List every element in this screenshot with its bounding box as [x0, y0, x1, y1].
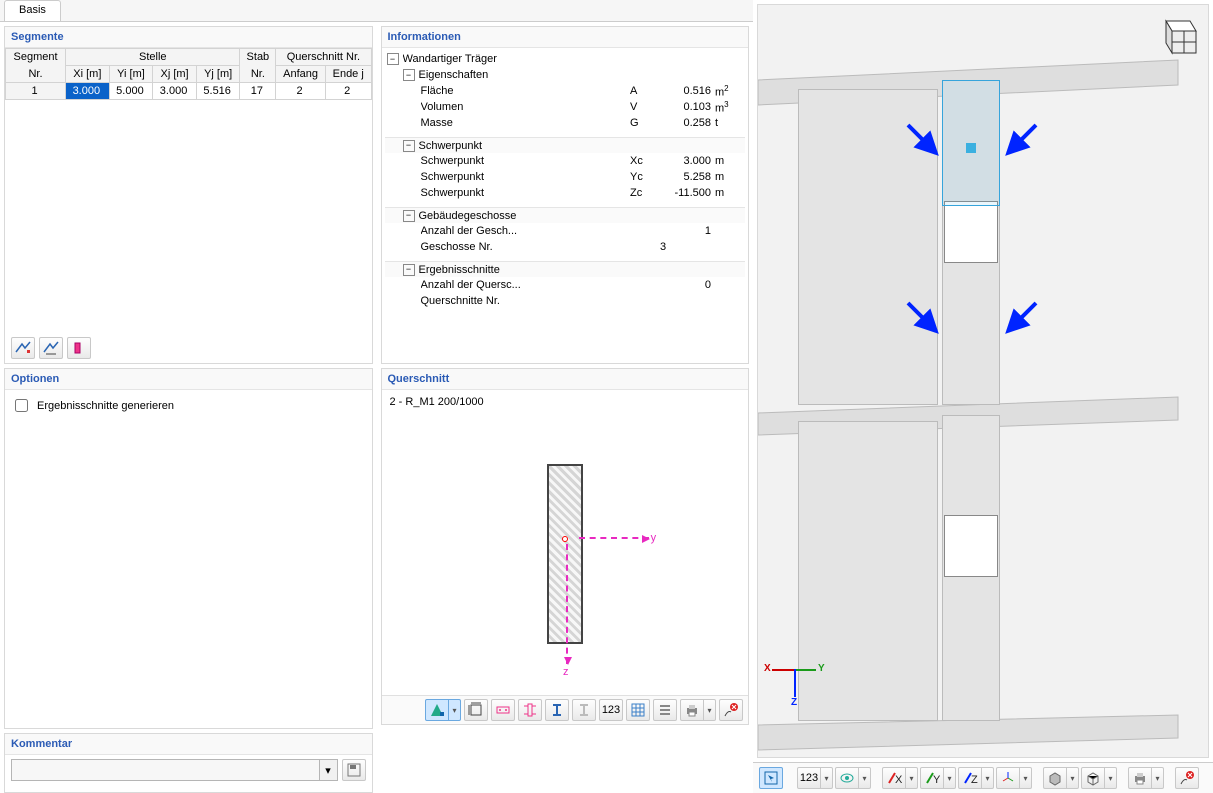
qs-list-icon[interactable]: [653, 699, 677, 721]
3d-viewport[interactable]: X Y Z: [757, 4, 1209, 758]
seg-tool-3-icon[interactable]: [67, 337, 91, 359]
segmente-table[interactable]: Segment Stelle Stab Querschnitt Nr. Nr. …: [5, 48, 372, 100]
tab-basis[interactable]: Basis: [4, 0, 61, 21]
qs-grey-i-icon[interactable]: [572, 699, 596, 721]
panel-title-kommentar: Kommentar: [5, 734, 372, 755]
ergebnisschnitte-checkbox[interactable]: Ergebnisschnitte generieren: [11, 396, 366, 415]
qs-cancel-icon[interactable]: [719, 699, 743, 721]
panel-title-segmente: Segmente: [5, 27, 372, 48]
panel-title-optionen: Optionen: [5, 369, 372, 390]
qs-toolbar: 123: [382, 695, 749, 724]
tree-toggle-icon[interactable]: −: [403, 140, 415, 152]
vp-cancel-icon[interactable]: [1175, 767, 1199, 789]
tree-toggle-icon[interactable]: −: [387, 53, 399, 65]
qs-numbers-icon[interactable]: 123: [599, 699, 623, 721]
tree-toggle-icon[interactable]: −: [403, 69, 415, 81]
vp-axis-all-icon[interactable]: [996, 767, 1020, 789]
querschnitt-name: 2 - R_M1 200/1000: [382, 390, 749, 414]
vp-select-icon[interactable]: [759, 767, 783, 789]
qs-i-icon[interactable]: [545, 699, 569, 721]
table-row[interactable]: 1 3.000 5.000 3.000 5.516 17 2 2: [6, 83, 372, 100]
vp-numbers-icon[interactable]: 123: [797, 767, 821, 789]
vp-axis-x-icon[interactable]: X: [882, 767, 906, 789]
panel-title-informationen: Informationen: [382, 27, 749, 48]
svg-text:Y: Y: [933, 774, 940, 786]
tab-strip: Basis: [0, 0, 377, 22]
axis-tripod-icon: X Y Z: [764, 639, 824, 699]
qs-stress-icon[interactable]: [518, 699, 542, 721]
seg-tool-1-icon[interactable]: [11, 337, 35, 359]
vp-axis-z-icon[interactable]: Z: [958, 767, 982, 789]
svg-text:X: X: [895, 774, 902, 786]
svg-text:Z: Z: [971, 774, 978, 786]
vp-view-iso-icon[interactable]: [1043, 767, 1067, 789]
vp-show-icon[interactable]: [835, 767, 859, 789]
qs-dim-icon[interactable]: [464, 699, 488, 721]
qs-print-icon[interactable]: [680, 699, 704, 721]
tree-toggle-icon[interactable]: −: [403, 210, 415, 222]
vp-print-icon[interactable]: [1128, 767, 1152, 789]
querschnitt-view[interactable]: y z: [382, 414, 749, 695]
seg-tool-2-icon[interactable]: [39, 337, 63, 359]
qs-grid-icon[interactable]: [626, 699, 650, 721]
qs-labels-icon[interactable]: [491, 699, 515, 721]
kommentar-dropdown-icon[interactable]: ▾: [320, 759, 338, 781]
vp-axis-y-icon[interactable]: Y: [920, 767, 944, 789]
panel-title-querschnitt: Querschnitt: [382, 369, 749, 390]
kommentar-input[interactable]: [11, 759, 320, 781]
vp-view-wire-icon[interactable]: [1081, 767, 1105, 789]
nav-cube-icon[interactable]: [1154, 11, 1202, 59]
qs-profile-icon[interactable]: [425, 699, 449, 721]
viewport-toolbar: 123 X Y Z: [753, 762, 1213, 793]
kommentar-save-icon[interactable]: [342, 759, 366, 781]
tree-toggle-icon[interactable]: −: [403, 264, 415, 276]
info-tree: −Wandartiger Träger −Eigenschaften Fläch…: [382, 48, 749, 363]
